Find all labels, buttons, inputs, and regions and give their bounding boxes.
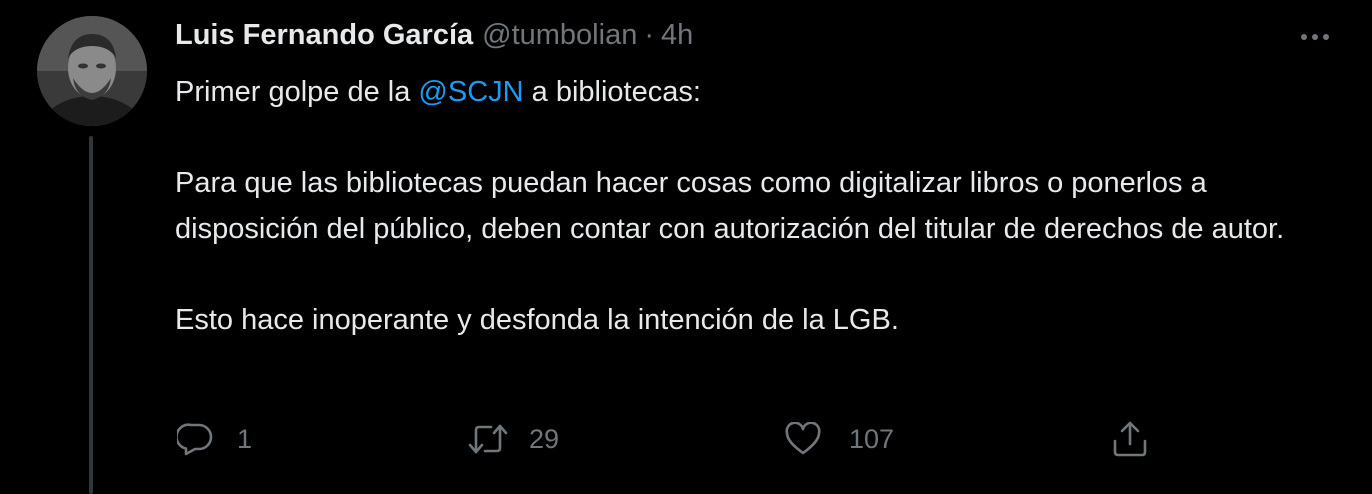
text-segment: a bibliotecas: bbox=[523, 76, 701, 108]
like-button[interactable]: 107 bbox=[784, 414, 894, 464]
mention-link[interactable]: @SCJN bbox=[418, 76, 523, 108]
share-icon bbox=[1113, 421, 1147, 457]
reply-count: 1 bbox=[237, 423, 253, 454]
heart-icon bbox=[785, 422, 821, 455]
retweet-count: 29 bbox=[529, 423, 560, 454]
tweet-actions: 1 29 107 bbox=[175, 414, 1175, 464]
tweet-paragraph-3: Esto hace inoperante y desfonda la inten… bbox=[175, 303, 899, 336]
more-dot bbox=[1323, 34, 1329, 40]
reply-icon bbox=[177, 423, 213, 456]
avatar[interactable] bbox=[37, 16, 147, 126]
author-handle[interactable]: @tumbolian bbox=[482, 19, 637, 52]
tweet-timestamp[interactable]: 4h bbox=[661, 19, 693, 52]
share-button[interactable] bbox=[1111, 414, 1149, 464]
avatar-image bbox=[37, 16, 147, 126]
author-name[interactable]: Luis Fernando García bbox=[175, 19, 473, 52]
tweet-header: Luis Fernando García @tumbolian · 4h bbox=[175, 19, 693, 57]
header-separator: · bbox=[644, 19, 654, 51]
tweet-text: Primer golpe de la @SCJN a bibliotecas: … bbox=[175, 70, 1345, 343]
text-segment: Primer golpe de la bbox=[175, 76, 419, 108]
more-dot bbox=[1301, 34, 1307, 40]
more-options-icon[interactable] bbox=[1290, 22, 1340, 52]
more-dot bbox=[1312, 34, 1318, 40]
tweet-line-1: Primer golpe de la @SCJN a bibliotecas: bbox=[175, 70, 1345, 116]
tweet-paragraph-2: Para que las bibliotecas puedan hacer co… bbox=[175, 167, 1285, 245]
retweet-button[interactable]: 29 bbox=[467, 414, 559, 464]
like-count: 107 bbox=[849, 423, 895, 454]
thread-line bbox=[89, 136, 93, 494]
tweet[interactable]: Luis Fernando García @tumbolian · 4h Pri… bbox=[0, 0, 1372, 494]
retweet-icon bbox=[468, 424, 508, 454]
reply-button[interactable]: 1 bbox=[177, 414, 252, 464]
